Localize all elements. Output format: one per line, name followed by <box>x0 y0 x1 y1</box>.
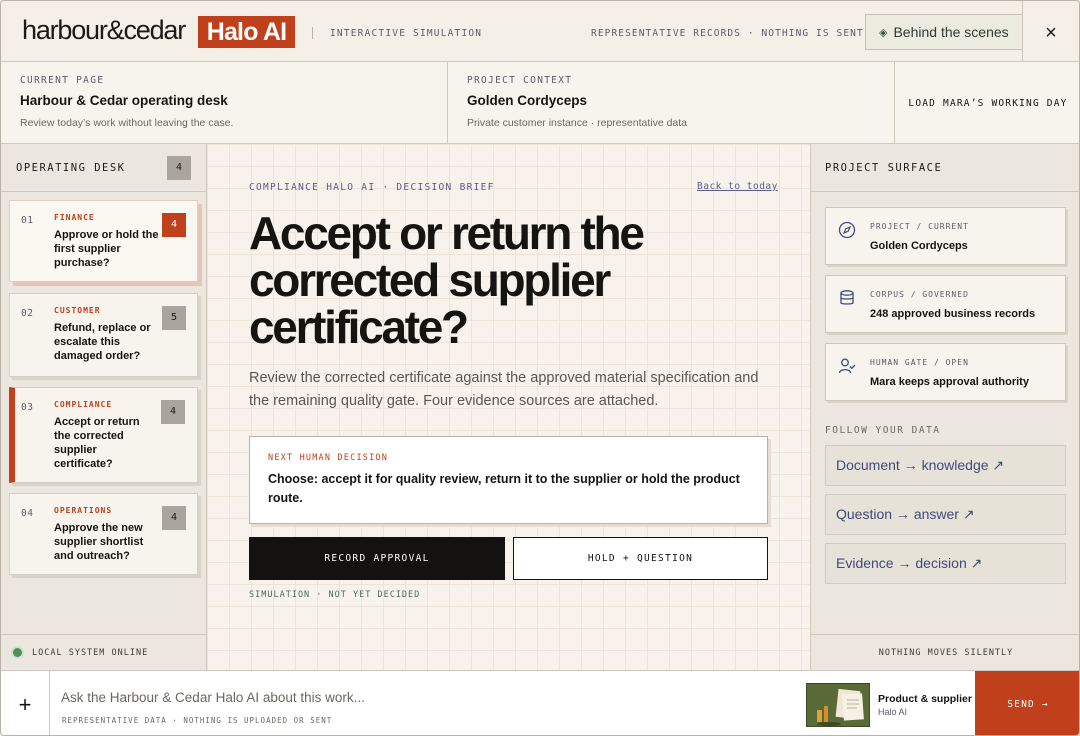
desk-header: OPERATING DESK 4 <box>1 144 206 192</box>
project-context-title: Golden Cordyceps <box>467 93 588 108</box>
brand-badge: Halo AI <box>198 16 295 48</box>
top-divider <box>1022 1 1023 62</box>
system-status: LOCAL SYSTEM ONLINE <box>1 634 207 670</box>
surface-card-label: HUMAN GATE / OPEN <box>870 358 969 367</box>
user-check-icon <box>838 358 856 374</box>
operating-desk: OPERATING DESK 4 01 FINANCE Approve or h… <box>1 144 207 670</box>
brief-lede: Review the corrected certificate against… <box>249 370 759 409</box>
hold-question-button[interactable]: HOLD + QUESTION <box>513 537 768 580</box>
project-context-subtitle: Private customer instance · representati… <box>467 117 688 129</box>
desk-title: OPERATING DESK <box>16 161 126 174</box>
desk-count-badge: 4 <box>167 156 191 180</box>
context-chip-subtitle: Halo AI <box>878 707 908 717</box>
desk-item-number: 04 <box>21 508 34 519</box>
behind-the-scenes-label: Behind the scenes <box>893 24 1009 40</box>
composer-note: REPRESENTATIVE DATA · NOTHING IS UPLOADE… <box>62 716 333 725</box>
surface-footer: NOTHING MOVES SILENTLY <box>811 634 1079 670</box>
back-to-today-link[interactable]: Back to today <box>697 181 778 192</box>
brand-wordmark: harbour&cedar <box>22 15 186 45</box>
next-decision-text: Choose: accept it for quality review, re… <box>268 472 740 505</box>
project-context-label: PROJECT CONTEXT <box>467 75 573 86</box>
status-dot-icon <box>13 648 22 657</box>
desk-item-title: Accept or return the corrected supplier … <box>54 416 140 470</box>
desk-item-badge: 4 <box>161 400 185 424</box>
send-button[interactable]: SEND → <box>975 671 1079 735</box>
current-page-subtitle: Review today’s work without leaving the … <box>20 117 234 129</box>
desk-item-number: 01 <box>21 215 34 226</box>
ask-input[interactable] <box>61 687 761 707</box>
desk-item-title: Approve or hold the first supplier purch… <box>54 229 159 269</box>
add-attachment-button[interactable]: + <box>1 671 50 735</box>
follow-your-data-label: FOLLOW YOUR DATA <box>825 425 941 436</box>
surface-card-project[interactable]: PROJECT / CURRENT Golden Cordyceps <box>825 207 1066 265</box>
surface-card-human-gate[interactable]: HUMAN GATE / OPEN Mara keeps approval au… <box>825 343 1066 401</box>
desk-item-number: 03 <box>21 402 34 413</box>
desk-item-number: 02 <box>21 308 34 319</box>
context-row: CURRENT PAGE Harbour & Cedar operating d… <box>1 62 1079 144</box>
surface-card-label: PROJECT / CURRENT <box>870 222 969 231</box>
compass-icon <box>838 221 856 239</box>
desk-item-badge: 5 <box>162 306 186 330</box>
surface-title: PROJECT SURFACE <box>825 161 943 174</box>
product-supplier-thumbnail[interactable] <box>806 683 870 727</box>
desk-item-category: FINANCE <box>54 213 95 222</box>
next-decision-label: NEXT HUMAN DECISION <box>268 453 389 463</box>
link-question-answer[interactable]: Question → answer ↗ <box>825 494 1066 535</box>
surface-header: PROJECT SURFACE <box>811 144 1079 192</box>
desk-item-category: COMPLIANCE <box>54 400 113 409</box>
link-document-knowledge[interactable]: Document → knowledge ↗ <box>825 445 1066 486</box>
desk-item-finance[interactable]: 01 FINANCE Approve or hold the first sup… <box>9 200 198 282</box>
supplier-documents-icon <box>807 684 869 726</box>
link-evidence-decision[interactable]: Evidence → decision ↗ <box>825 543 1066 584</box>
system-status-text: LOCAL SYSTEM ONLINE <box>32 647 149 658</box>
desk-item-title: Approve the new supplier shortlist and o… <box>54 522 144 562</box>
decision-status: SIMULATION · NOT YET DECIDED <box>249 590 421 600</box>
close-icon[interactable]: × <box>1037 21 1065 45</box>
desk-item-compliance[interactable]: 03 COMPLIANCE Accept or return the corre… <box>9 387 198 483</box>
current-page-panel: CURRENT PAGE Harbour & Cedar operating d… <box>1 62 448 144</box>
load-working-day-button[interactable]: LOAD MARA’S WORKING DAY <box>895 62 1079 144</box>
records-notice: REPRESENTATIVE RECORDS · NOTHING IS SENT <box>591 28 864 39</box>
surface-card-value: Mara keeps approval authority <box>870 376 1029 388</box>
top-bar: harbour&cedar Halo AI INTERACTIVE SIMULA… <box>1 1 1079 62</box>
decision-brief: COMPLIANCE HALO AI · DECISION BRIEF Back… <box>207 144 811 670</box>
next-decision-box: NEXT HUMAN DECISION Choose: accept it fo… <box>249 436 768 524</box>
desk-item-operations[interactable]: 04 OPERATIONS Approve the new supplier s… <box>9 493 198 575</box>
desk-item-badge: 4 <box>162 213 186 237</box>
desk-item-title: Refund, replace or escalate this damaged… <box>54 322 151 362</box>
brief-headline: Accept or return the corrected supplier … <box>249 207 645 353</box>
surface-card-value: Golden Cordyceps <box>870 240 968 252</box>
current-page-title: Harbour & Cedar operating desk <box>20 93 228 108</box>
app-window: harbour&cedar Halo AI INTERACTIVE SIMULA… <box>0 0 1080 736</box>
desk-item-badge: 4 <box>162 506 186 530</box>
surface-card-value: 248 approved business records <box>870 308 1036 320</box>
desk-item-category: OPERATIONS <box>54 506 113 515</box>
surface-card-label: CORPUS / GOVERNED <box>870 290 969 299</box>
record-approval-button[interactable]: RECORD APPROVAL <box>249 537 505 580</box>
context-chip-title: Product & supplier <box>878 693 972 705</box>
database-icon <box>840 290 854 305</box>
composer-bar: + REPRESENTATIVE DATA · NOTHING IS UPLOA… <box>1 670 1079 735</box>
behind-the-scenes-button[interactable]: ◈ Behind the scenes <box>865 14 1023 50</box>
desk-item-customer[interactable]: 02 CUSTOMER Refund, replace or escalate … <box>9 293 198 377</box>
current-page-label: CURRENT PAGE <box>20 75 105 86</box>
top-separator <box>312 27 313 39</box>
diamond-icon: ◈ <box>879 26 888 39</box>
project-context-panel: PROJECT CONTEXT Golden Cordyceps Private… <box>448 62 895 144</box>
brief-label: COMPLIANCE HALO AI · DECISION BRIEF <box>249 182 495 193</box>
surface-card-corpus[interactable]: CORPUS / GOVERNED 248 approved business … <box>825 275 1066 333</box>
desk-item-category: CUSTOMER <box>54 306 101 315</box>
project-surface: PROJECT SURFACE PROJECT / CURRENT Golden… <box>811 144 1079 670</box>
mode-label: INTERACTIVE SIMULATION <box>330 28 483 39</box>
